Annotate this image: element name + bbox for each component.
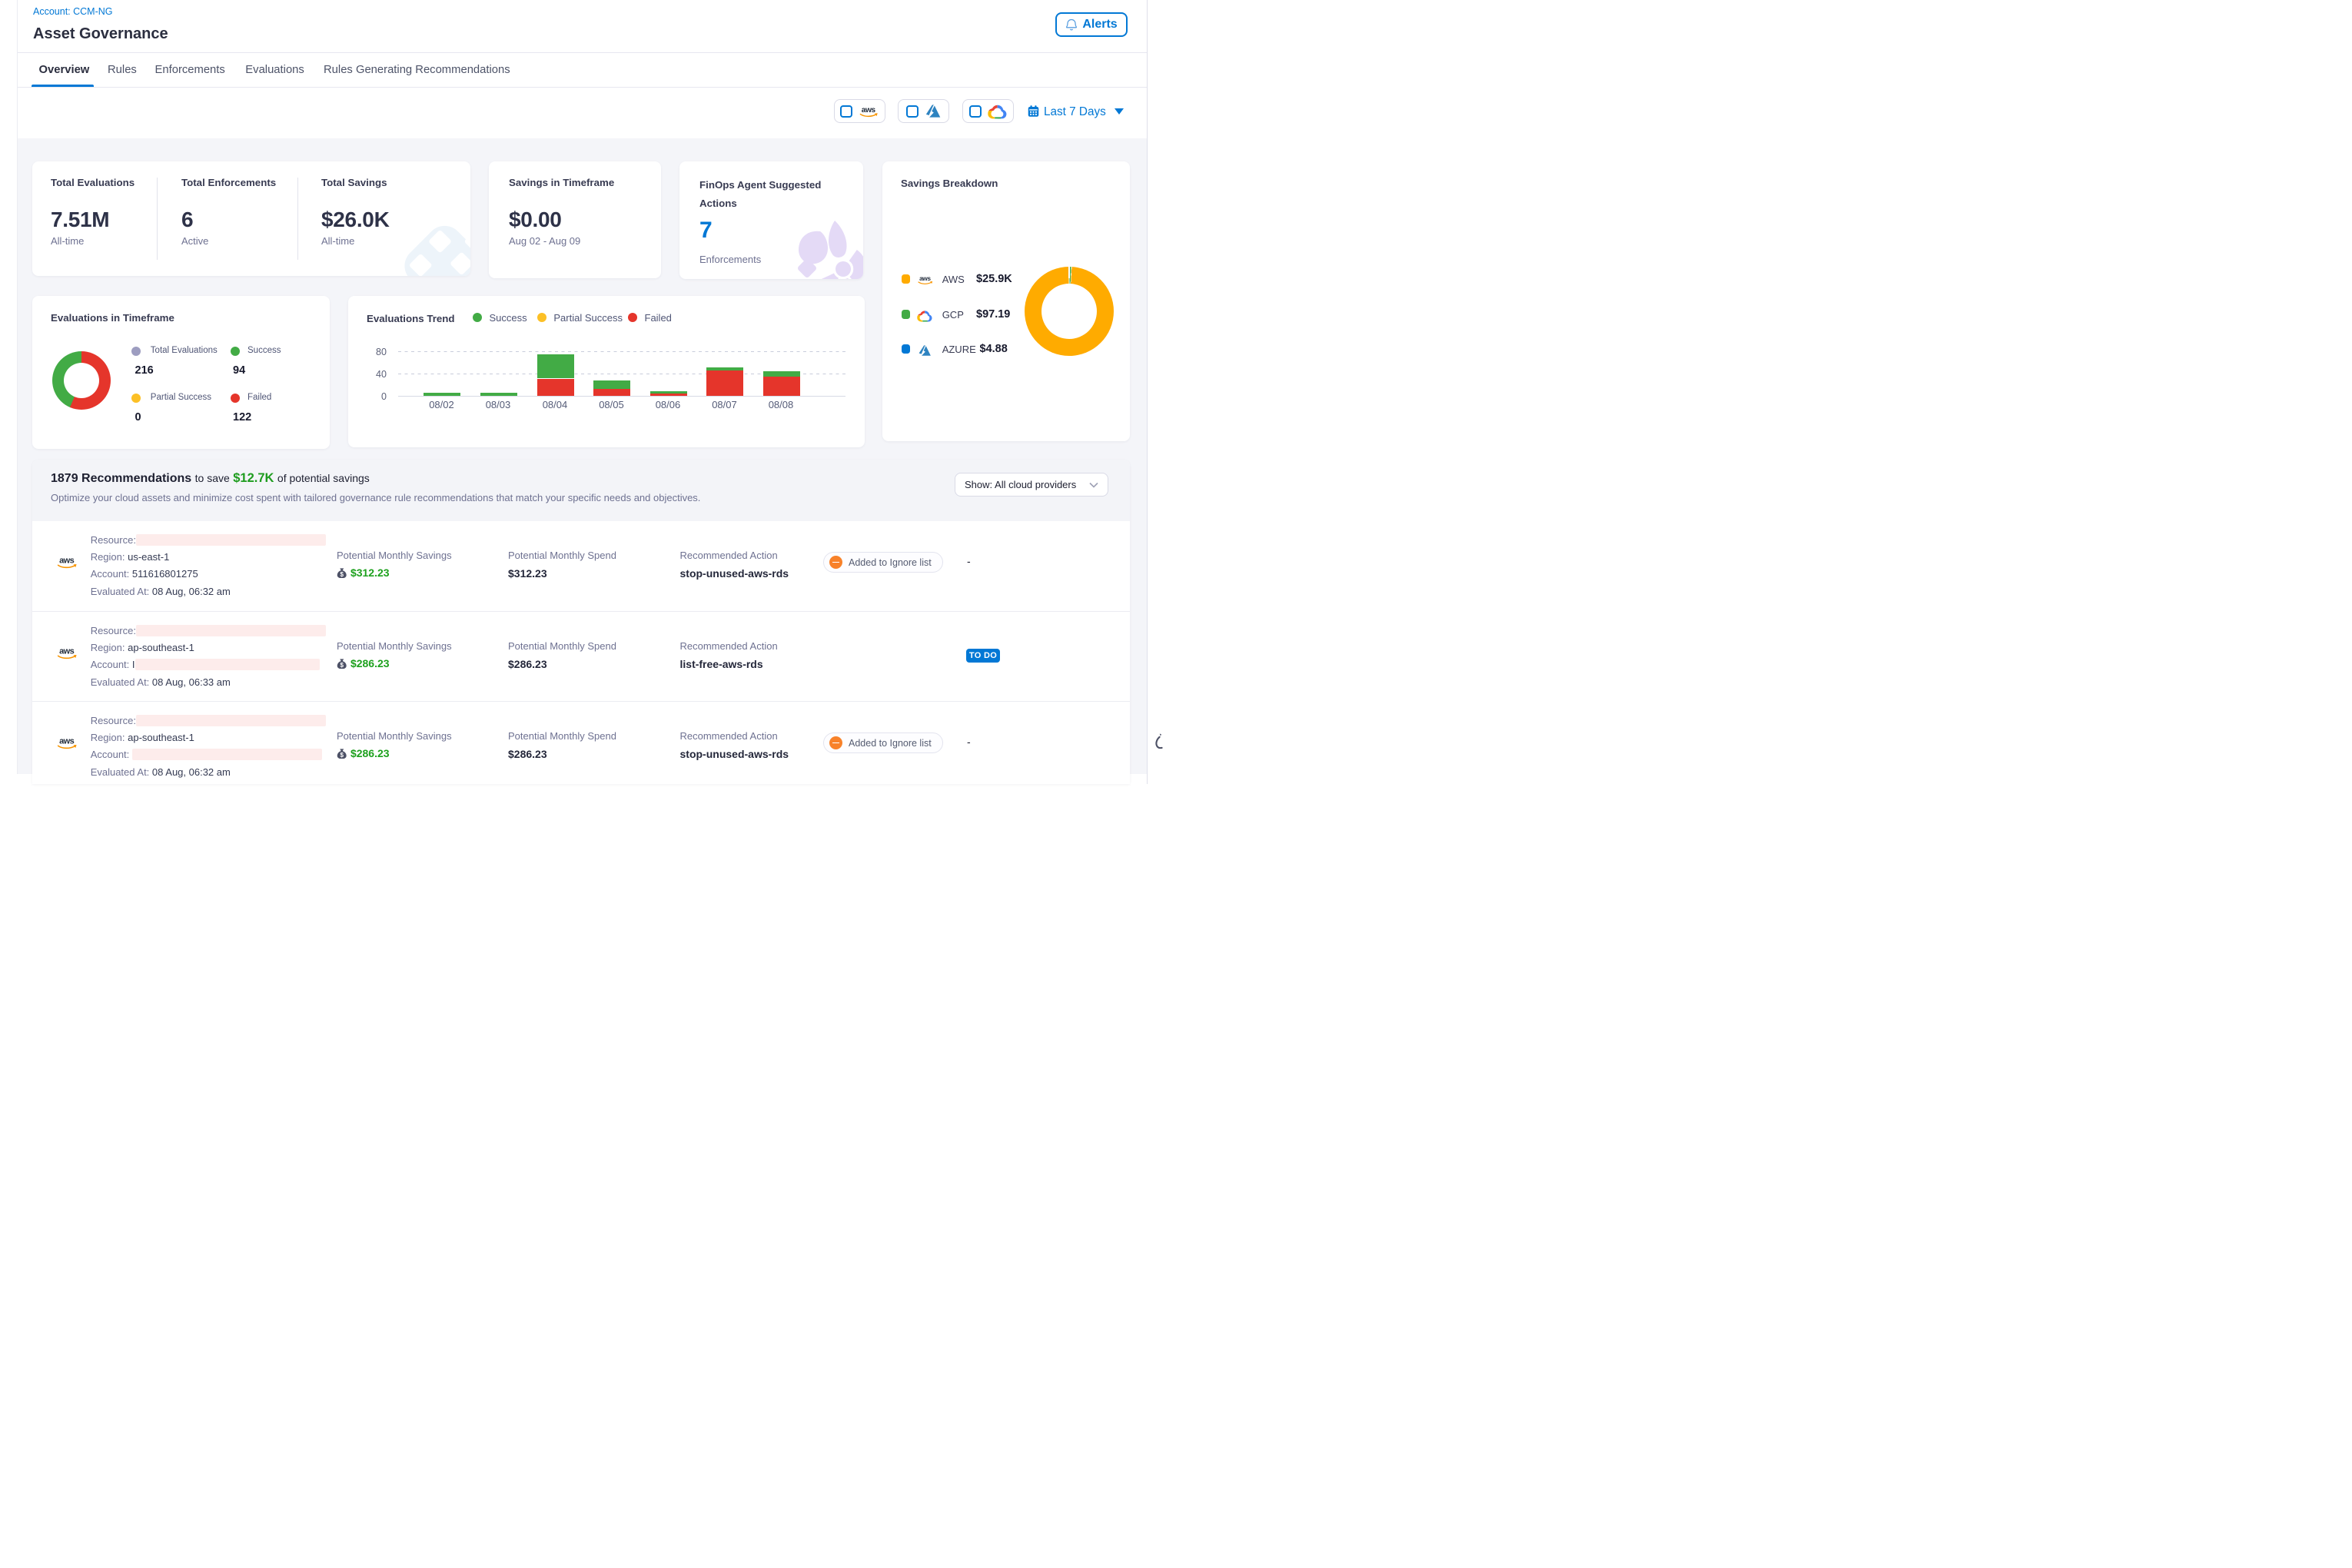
svg-text:aws: aws bbox=[59, 736, 75, 746]
svg-text:$: $ bbox=[341, 752, 344, 759]
svg-text:$: $ bbox=[341, 571, 344, 578]
svg-text:aws: aws bbox=[59, 556, 75, 565]
svg-text:aws: aws bbox=[59, 646, 75, 656]
svg-text:$: $ bbox=[341, 662, 344, 669]
svg-text:aws: aws bbox=[919, 274, 931, 282]
svg-text:aws: aws bbox=[862, 106, 876, 115]
